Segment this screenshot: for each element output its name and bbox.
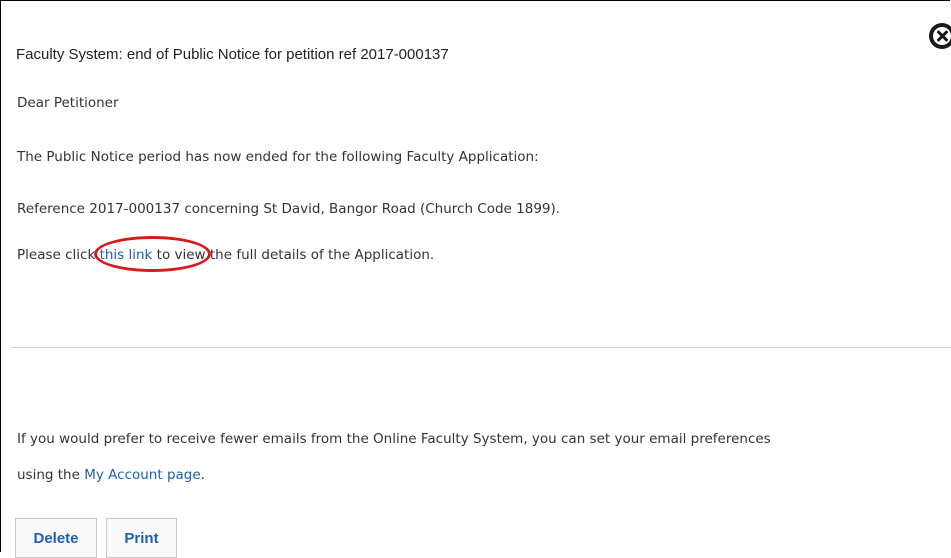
preferences-prefix: using the bbox=[17, 467, 85, 483]
highlight-circle bbox=[94, 236, 211, 272]
message-panel: Faculty System: end of Public Notice for… bbox=[0, 0, 951, 558]
delete-button[interactable]: Delete bbox=[15, 518, 97, 558]
reference-text: Reference 2017-000137 concerning St Davi… bbox=[17, 201, 561, 217]
details-sentence: Please click this link to view the full … bbox=[17, 247, 434, 263]
my-account-link[interactable]: My Account page bbox=[84, 467, 200, 483]
details-prefix: Please click bbox=[17, 247, 100, 263]
preferences-suffix: . bbox=[200, 467, 205, 483]
close-icon[interactable] bbox=[929, 23, 951, 49]
message-subject: Faculty System: end of Public Notice for… bbox=[16, 46, 449, 63]
divider bbox=[11, 347, 951, 348]
notice-text: The Public Notice period has now ended f… bbox=[17, 149, 539, 165]
preferences-text: If you would prefer to receive fewer ema… bbox=[17, 431, 771, 447]
greeting: Dear Petitioner bbox=[17, 95, 119, 111]
preferences-sentence: using the My Account page. bbox=[17, 467, 205, 483]
print-button[interactable]: Print bbox=[106, 518, 177, 558]
